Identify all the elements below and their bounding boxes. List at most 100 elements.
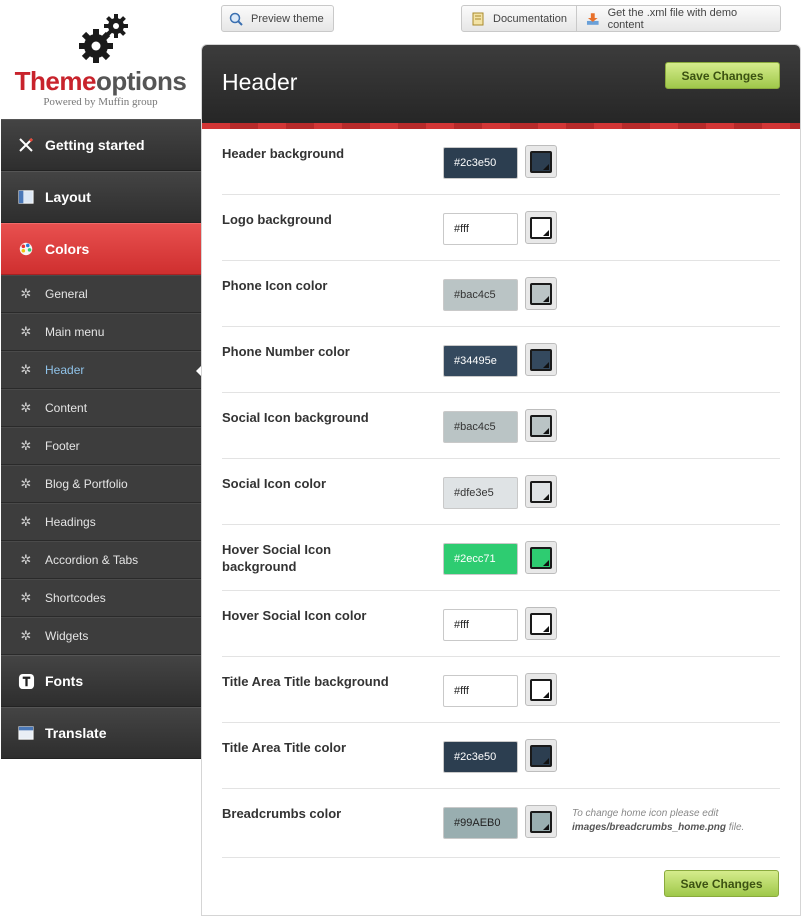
color-input[interactable]: #bac4c5 — [443, 279, 518, 311]
tools-icon — [17, 136, 35, 154]
sidebar-subitem-label: Header — [45, 363, 85, 377]
brand-name: Themeoptions — [14, 66, 187, 96]
field-row: Logo background #fff — [222, 195, 780, 261]
sidebar-subitem-label: Accordion & Tabs — [45, 553, 139, 567]
color-input[interactable]: #2c3e50 — [443, 741, 518, 773]
demo-content-label: Get the .xml file with demo content — [607, 6, 738, 31]
gear-icon: ✲ — [20, 552, 32, 567]
sidebar-subitem-label: Headings — [45, 515, 96, 529]
sidebar-item-translate[interactable]: Translate — [1, 707, 201, 759]
save-changes-button-top[interactable]: Save Changes — [665, 62, 780, 89]
color-picker-button[interactable] — [525, 805, 557, 838]
gear-icon: ✲ — [20, 400, 32, 415]
color-swatch — [530, 216, 552, 239]
brand-tagline: Powered by Muffin group — [43, 96, 158, 108]
field-label: Hover Social Icon color — [222, 608, 367, 623]
field-label: Phone Icon color — [222, 278, 328, 293]
color-input[interactable]: #fff — [443, 675, 518, 707]
field-row: Social Icon background #bac4c5 — [222, 393, 780, 459]
color-input[interactable]: #2c3e50 — [443, 147, 518, 179]
toolbar-group: Documentation Get the .xml file with dem… — [461, 5, 781, 32]
color-input[interactable]: #2ecc71 — [443, 543, 518, 575]
color-picker-button[interactable] — [525, 475, 557, 508]
field-row: Hover Social Icon color #fff — [222, 591, 780, 657]
options-panel: Header Save Changes Header background #2… — [201, 44, 801, 916]
sidebar-subitem-widgets[interactable]: ✲ Widgets — [1, 617, 201, 655]
note-path: images/breadcrumbs_home.png — [572, 822, 726, 833]
field-row: Title Area Title color #2c3e50 — [222, 723, 780, 789]
color-picker-button[interactable] — [525, 541, 557, 574]
field-row: Title Area Title background #fff — [222, 657, 780, 723]
sidebar-subitem-label: Main menu — [45, 325, 105, 339]
sidebar-item-fonts[interactable]: Fonts — [1, 655, 201, 707]
color-swatch — [530, 282, 552, 305]
sidebar-subitem-label: Widgets — [45, 629, 89, 643]
color-picker-button[interactable] — [525, 739, 557, 772]
gear-icon: ✲ — [20, 590, 32, 605]
field-label: Hover Social Icon background — [222, 542, 332, 574]
sidebar-subitem-main-menu[interactable]: ✲ Main menu — [1, 313, 201, 351]
sidebar-subitem-content[interactable]: ✲ Content — [1, 389, 201, 427]
sidebar-subitem-shortcodes[interactable]: ✲ Shortcodes — [1, 579, 201, 617]
field-row: Phone Icon color #bac4c5 — [222, 261, 780, 327]
field-label: Title Area Title color — [222, 740, 347, 755]
color-picker-button[interactable] — [525, 409, 557, 442]
color-picker-button[interactable] — [525, 277, 557, 310]
color-picker-button[interactable] — [525, 673, 557, 706]
color-swatch — [530, 150, 552, 173]
gear-icon: ✲ — [20, 362, 32, 377]
sidebar-subitem-headings[interactable]: ✲ Headings — [1, 503, 201, 541]
color-picker-button[interactable] — [525, 607, 557, 640]
field-label: Social Icon background — [222, 410, 369, 425]
color-swatch — [530, 744, 552, 767]
color-input[interactable]: #dfe3e5 — [443, 477, 518, 509]
sidebar: Getting started Layout Colors ✲ General ✲… — [1, 119, 202, 759]
sidebar-subitem-accordion-tabs[interactable]: ✲ Accordion & Tabs — [1, 541, 201, 579]
documentation-button[interactable]: Documentation — [462, 6, 576, 31]
sidebar-item-label: Fonts — [45, 673, 84, 689]
color-input[interactable]: #bac4c5 — [443, 411, 518, 443]
sidebar-subitem-footer[interactable]: ✲ Footer — [1, 427, 201, 465]
field-row: Hover Social Icon background #2ecc71 — [222, 525, 780, 591]
sidebar-item-label: Translate — [45, 725, 107, 741]
sidebar-subitem-label: Shortcodes — [45, 591, 106, 605]
sidebar-subitem-header[interactable]: ✲ Header — [1, 351, 202, 389]
sidebar-item-label: Layout — [45, 189, 91, 205]
color-picker-button[interactable] — [525, 145, 557, 178]
color-input[interactable]: #fff — [443, 213, 518, 245]
color-input[interactable]: #fff — [443, 609, 518, 641]
sidebar-subitem-label: Blog & Portfolio — [45, 477, 128, 491]
save-changes-button-bottom[interactable]: Save Changes — [664, 870, 779, 897]
gear-icon: ✲ — [20, 628, 32, 643]
sidebar-item-layout[interactable]: Layout — [1, 171, 201, 223]
sidebar-item-colors[interactable]: Colors — [1, 223, 201, 275]
color-input[interactable]: #34495e — [443, 345, 518, 377]
color-swatch — [530, 480, 552, 503]
field-label: Logo background — [222, 212, 332, 227]
field-label: Header background — [222, 146, 345, 161]
gear-icon: ✲ — [20, 438, 32, 453]
sidebar-item-getting-started[interactable]: Getting started — [1, 119, 201, 171]
sidebar-subitem-blog-portfolio[interactable]: ✲ Blog & Portfolio — [1, 465, 201, 503]
color-swatch — [530, 678, 552, 701]
sidebar-subitem-label: Footer — [45, 439, 80, 453]
color-picker-button[interactable] — [525, 343, 557, 376]
preview-theme-button[interactable]: Preview theme — [221, 5, 334, 32]
color-input[interactable]: #99AEB0 — [443, 807, 518, 839]
field-label: Breadcrumbs color — [222, 806, 342, 821]
sidebar-subitem-general[interactable]: ✲ General — [1, 275, 201, 313]
color-swatch — [530, 612, 552, 635]
gear-icon: ✲ — [20, 514, 32, 529]
magnifier-icon — [229, 12, 243, 26]
field-label: Phone Number color — [222, 344, 350, 359]
documentation-label: Documentation — [493, 12, 567, 25]
preview-theme-label: Preview theme — [251, 12, 324, 25]
demo-content-button[interactable]: Get the .xml file with demo content — [576, 6, 780, 31]
text-icon — [17, 672, 35, 690]
color-swatch — [530, 810, 552, 833]
page-title: Header — [222, 69, 298, 95]
panel-header: Header Save Changes — [202, 45, 800, 123]
gears-icon — [79, 14, 128, 63]
color-picker-button[interactable] — [525, 211, 557, 244]
color-swatch — [530, 348, 552, 371]
